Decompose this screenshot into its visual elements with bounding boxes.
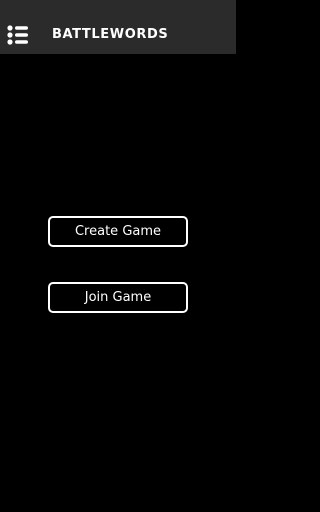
main-content: Create Game Join Game	[0, 54, 236, 512]
join-game-button[interactable]: Join Game	[48, 282, 188, 313]
app-bar: BATTLEWORDS	[0, 0, 236, 54]
menu-button[interactable]	[6, 24, 30, 46]
menu-list-icon	[7, 25, 28, 45]
create-game-button[interactable]: Create Game	[48, 216, 188, 247]
app-title: BATTLEWORDS	[52, 27, 169, 42]
